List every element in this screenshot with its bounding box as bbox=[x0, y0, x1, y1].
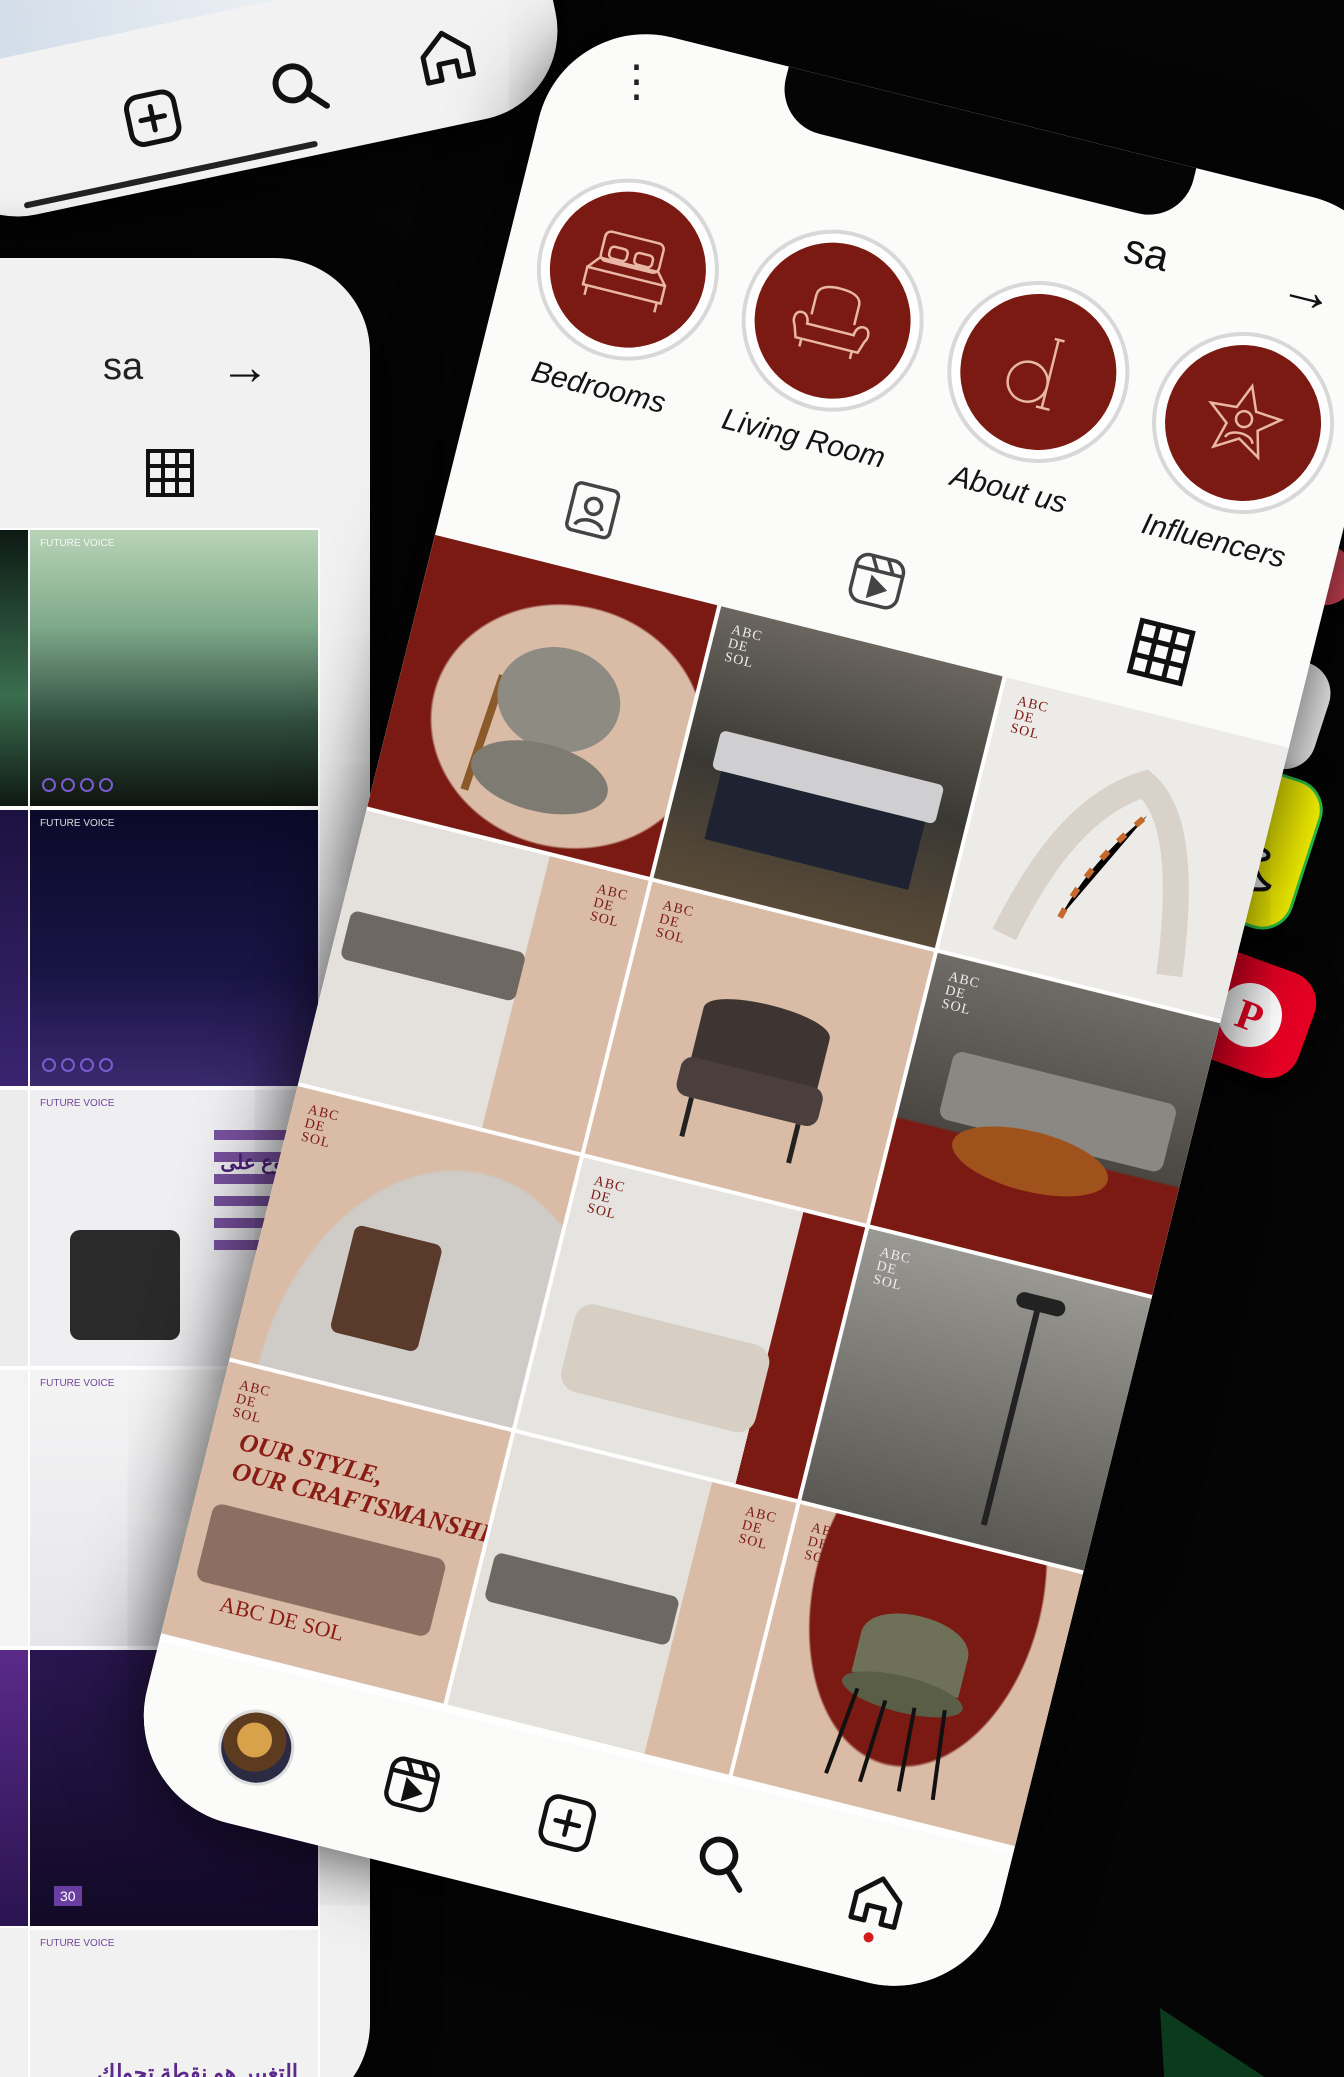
highlight-label: Bedrooms bbox=[528, 354, 669, 421]
leather-chair-image bbox=[676, 999, 830, 1164]
brand-mark: ABC DE SOL bbox=[436, 551, 479, 601]
bed-image bbox=[556, 1300, 773, 1437]
reels-icon bbox=[376, 1749, 448, 1824]
tile-brand: FUTURE VOICE bbox=[40, 818, 115, 829]
lounge-chair-image bbox=[329, 1224, 444, 1353]
dining-chair-image bbox=[824, 1613, 969, 1801]
brand-mark: ABC DE SOL bbox=[588, 881, 630, 931]
lamp-head bbox=[1014, 1290, 1068, 1319]
sculpture-chair-image bbox=[992, 769, 1190, 978]
highlight-living-room[interactable]: Living Room bbox=[707, 209, 947, 478]
profile-handle: sa bbox=[1119, 223, 1174, 281]
tile-dots bbox=[42, 778, 113, 792]
nav-add[interactable] bbox=[500, 1758, 633, 1891]
highlight-label: About us bbox=[947, 459, 1071, 521]
highlight-label: Influencers bbox=[1138, 507, 1289, 575]
left-phone-header: sa → bbox=[0, 298, 370, 395]
brand-mark: ABC DE SOL bbox=[230, 1378, 273, 1427]
tile-brand: FUTURE VOICE bbox=[40, 1938, 115, 1949]
plant-leaf bbox=[1108, 1978, 1272, 2077]
tab-posts[interactable] bbox=[1081, 589, 1241, 720]
armchair-icon bbox=[738, 226, 928, 416]
scene: sa → FUTURE VOICE FUTURE VOICE FUTURE VO… bbox=[0, 0, 1344, 2077]
coffee-table-image bbox=[339, 909, 527, 1002]
arrow-right-icon[interactable]: → bbox=[1273, 251, 1344, 328]
home-icon bbox=[840, 1864, 914, 1942]
more-vertical-icon[interactable]: ⋮ bbox=[615, 57, 659, 106]
chair-image bbox=[460, 647, 621, 815]
add-icon bbox=[531, 1787, 603, 1862]
highlight-influencers[interactable]: Influencers bbox=[1117, 312, 1344, 581]
profile-avatar-button[interactable] bbox=[190, 1681, 323, 1814]
tile-dots bbox=[42, 1058, 113, 1072]
add-icon[interactable] bbox=[118, 83, 188, 157]
star-person-icon bbox=[1148, 328, 1338, 518]
highlight-label: Living Room bbox=[718, 402, 889, 475]
post-tile[interactable]: FUTURE VOICE bbox=[28, 808, 320, 1088]
brand-mark: ABC DE SOL bbox=[871, 1245, 913, 1294]
brand-mark: ABC DE SOL bbox=[654, 898, 696, 948]
product-image bbox=[70, 1230, 180, 1340]
highlight-bedrooms[interactable]: Bedrooms bbox=[502, 158, 742, 427]
nav-reels[interactable] bbox=[345, 1720, 478, 1853]
bed-icon bbox=[533, 175, 723, 365]
highlight-about-us[interactable]: About us bbox=[912, 261, 1152, 530]
date-badge: 30 bbox=[54, 1886, 82, 1906]
brand-mark: ABC DE SOL bbox=[299, 1102, 341, 1152]
tab-reels[interactable] bbox=[796, 518, 956, 649]
logo-d-icon bbox=[943, 277, 1133, 467]
home-icon[interactable] bbox=[409, 19, 484, 97]
post-tile[interactable]: FUTURE VOICE bbox=[28, 528, 320, 808]
profile-handle: sa bbox=[103, 346, 144, 388]
contact-icon bbox=[555, 473, 629, 551]
nav-search[interactable] bbox=[655, 1797, 788, 1930]
search-icon[interactable] bbox=[263, 51, 335, 127]
brand-mark: ABC DE SOL bbox=[802, 1520, 844, 1570]
coffee-table-image bbox=[483, 1551, 680, 1647]
brand-mark: ABC DE SOL bbox=[736, 1504, 779, 1554]
arabic-caption: التغيير هو نقطة تحولك bbox=[97, 2060, 298, 2077]
tile-brand: FUTURE VOICE bbox=[40, 538, 115, 549]
arrow-right-icon[interactable]: → bbox=[220, 338, 270, 396]
tile-brand: FUTURE VOICE bbox=[40, 1098, 115, 1109]
reels-icon bbox=[839, 544, 913, 622]
avatar bbox=[210, 1701, 303, 1794]
post-tile[interactable]: FUTURE VOICE التغيير هو نقطة تحولك bbox=[28, 1928, 320, 2077]
tab-tagged[interactable] bbox=[512, 447, 672, 578]
brand-mark: ABC DE SOL bbox=[940, 969, 982, 1019]
grid-icon bbox=[1124, 615, 1198, 693]
grid-icon[interactable] bbox=[145, 448, 195, 503]
phone-notch bbox=[774, 66, 1197, 225]
floor-lamp-image bbox=[981, 1301, 1043, 1526]
top-phone bbox=[0, 0, 575, 234]
brand-mark: ABC DE SOL bbox=[585, 1173, 627, 1223]
brand-mark: ABC DE SOL bbox=[722, 622, 765, 672]
search-icon bbox=[686, 1826, 758, 1901]
tile-brand: FUTURE VOICE bbox=[40, 1378, 115, 1389]
nav-home[interactable] bbox=[811, 1836, 944, 1969]
